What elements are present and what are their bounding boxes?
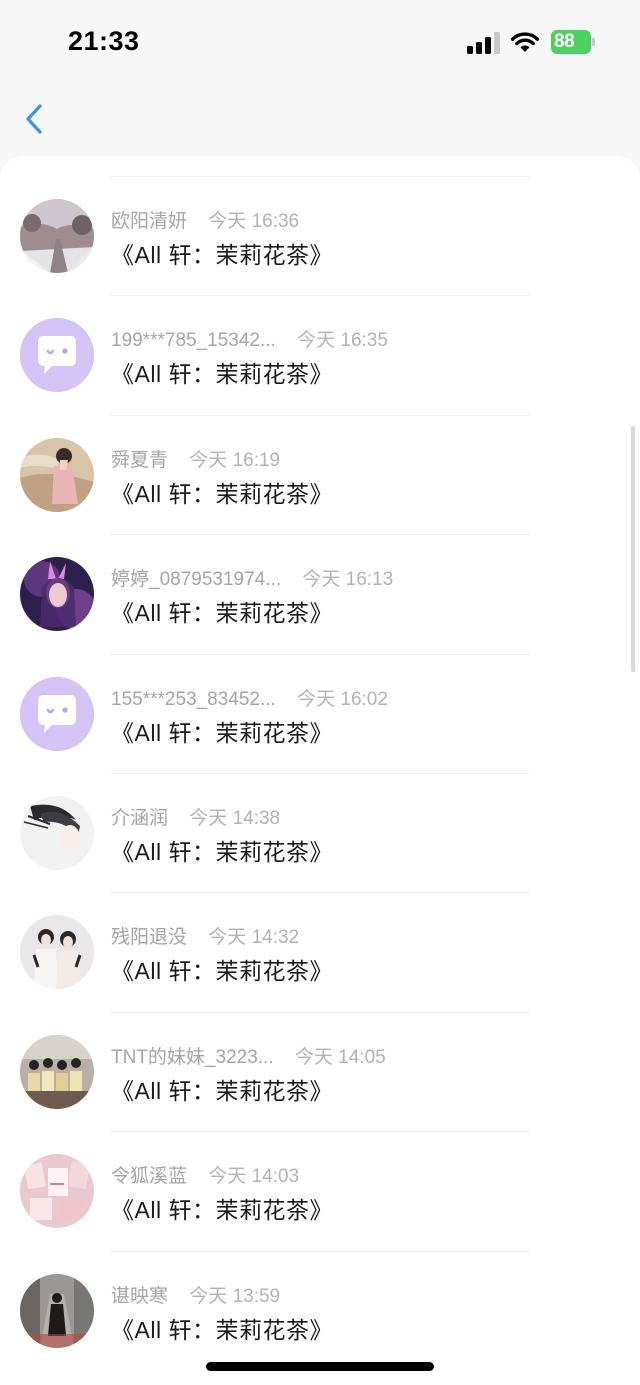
timestamp: 今天 16:35 xyxy=(297,330,388,352)
list-item[interactable]: 舜夏青 今天 16:19 《All 轩：茉莉花茶》 xyxy=(0,414,640,534)
status-bar: 21:33 88 xyxy=(0,0,640,86)
timestamp: 今天 14:03 xyxy=(208,1166,300,1188)
timestamp: 今天 14:38 xyxy=(189,807,281,829)
item-meta: 舜夏青 今天 16:19 xyxy=(111,445,280,472)
chevron-left-icon xyxy=(26,104,42,134)
user-name: 199***785_15342... xyxy=(111,330,276,352)
timestamp: 今天 16:36 xyxy=(208,211,300,232)
screen: 21:33 88 欧阳清妍 今天 16:36 《All 轩：茉莉花茶》 199*… xyxy=(0,0,640,1385)
avatar[interactable] xyxy=(20,1273,94,1348)
list-item[interactable]: 残阳退没 今天 14:32 《All 轩：茉莉花茶》 xyxy=(0,892,640,1011)
cellular-signal-icon xyxy=(467,32,501,54)
message-list-card: 欧阳清妍 今天 16:36 《All 轩：茉莉花茶》 199***785_153… xyxy=(0,156,640,1385)
timestamp: 今天 16:13 xyxy=(302,569,394,591)
message-text: 《All 轩：茉莉花茶》 xyxy=(111,838,333,865)
timestamp: 今天 13:59 xyxy=(189,1285,281,1307)
scrollbar[interactable] xyxy=(631,426,635,672)
list-item[interactable]: 欧阳清妍 今天 16:36 《All 轩：茉莉花茶》 xyxy=(0,176,640,295)
status-time: 21:33 xyxy=(68,26,140,56)
list-item[interactable]: 介涵润 今天 14:38 《All 轩：茉莉花茶》 xyxy=(0,772,640,892)
message-text: 《All 轩：茉莉花茶》 xyxy=(111,361,333,388)
list-item[interactable]: 199***785_15342... 今天 16:35 《All 轩：茉莉花茶》 xyxy=(0,295,640,414)
message-list: 欧阳清妍 今天 16:36 《All 轩：茉莉花茶》 199***785_153… xyxy=(0,176,640,1370)
avatar[interactable] xyxy=(20,1154,94,1229)
item-meta: TNT的妹妹_3223... 今天 14:05 xyxy=(111,1042,386,1069)
item-meta: 谌映寒 今天 13:59 xyxy=(111,1281,280,1308)
avatar[interactable] xyxy=(20,199,94,273)
battery-level: 88 xyxy=(551,30,591,54)
user-name: 令狐溪蓝 xyxy=(111,1166,188,1188)
wifi-icon xyxy=(510,32,540,52)
avatar[interactable] xyxy=(20,437,94,512)
home-indicator[interactable] xyxy=(206,1362,434,1371)
back-button[interactable] xyxy=(16,100,56,140)
avatar[interactable] xyxy=(20,1034,94,1109)
user-name: 155***253_83452... xyxy=(111,688,276,710)
avatar[interactable] xyxy=(20,318,94,393)
list-item[interactable]: 婷婷_0879531974... 今天 16:13 《All 轩：茉莉花茶》 xyxy=(0,534,640,653)
avatar[interactable] xyxy=(20,557,94,632)
item-meta: 令狐溪蓝 今天 14:03 xyxy=(111,1161,299,1188)
user-name: TNT的妹妹_3223... xyxy=(111,1046,274,1068)
list-item[interactable]: 令狐溪蓝 今天 14:03 《All 轩：茉莉花茶》 xyxy=(0,1131,640,1250)
user-name: 舜夏青 xyxy=(111,449,169,471)
message-text: 《All 轩：茉莉花茶》 xyxy=(111,1197,333,1224)
user-name: 谌映寒 xyxy=(111,1285,169,1307)
item-meta: 婷婷_0879531974... 今天 16:13 xyxy=(111,564,393,591)
item-meta: 残阳退没 今天 14:32 xyxy=(111,922,299,949)
default-avatar-icon xyxy=(20,676,94,751)
message-text: 《All 轩：茉莉花茶》 xyxy=(111,958,333,985)
item-meta: 介涵润 今天 14:38 xyxy=(111,803,280,830)
battery-tip xyxy=(592,38,595,46)
nav-bar xyxy=(0,86,640,156)
avatar[interactable] xyxy=(20,676,94,751)
avatar[interactable] xyxy=(20,795,94,870)
list-item[interactable]: 155***253_83452... 今天 16:02 《All 轩：茉莉花茶》 xyxy=(0,653,640,773)
user-name: 残阳退没 xyxy=(111,927,188,949)
message-text: 《All 轩：茉莉花茶》 xyxy=(111,1077,333,1104)
user-name: 婷婷_0879531974... xyxy=(111,569,282,591)
timestamp: 今天 14:32 xyxy=(208,927,300,949)
list-item[interactable]: TNT的妹妹_3223... 今天 14:05 《All 轩：茉莉花茶》 xyxy=(0,1011,640,1131)
message-text: 《All 轩：茉莉花茶》 xyxy=(111,242,333,268)
item-meta: 欧阳清妍 今天 16:36 xyxy=(111,206,299,233)
timestamp: 今天 16:02 xyxy=(297,688,388,710)
message-text: 《All 轩：茉莉花茶》 xyxy=(111,719,333,746)
battery-indicator: 88 xyxy=(551,30,595,54)
timestamp: 今天 16:19 xyxy=(189,449,281,471)
item-meta: 199***785_15342... 今天 16:35 xyxy=(111,325,388,352)
user-name: 介涵润 xyxy=(111,807,169,829)
message-text: 《All 轩：茉莉花茶》 xyxy=(111,480,333,507)
user-name: 欧阳清妍 xyxy=(111,211,188,232)
timestamp: 今天 14:05 xyxy=(294,1046,386,1068)
item-meta: 155***253_83452... 今天 16:02 xyxy=(111,684,388,711)
avatar[interactable] xyxy=(20,915,94,990)
message-text: 《All 轩：茉莉花茶》 xyxy=(111,1316,333,1343)
default-avatar-icon xyxy=(20,318,94,393)
list-item[interactable]: 谌映寒 今天 13:59 《All 轩：茉莉花茶》 xyxy=(0,1250,640,1370)
message-text: 《All 轩：茉莉花茶》 xyxy=(111,600,333,627)
